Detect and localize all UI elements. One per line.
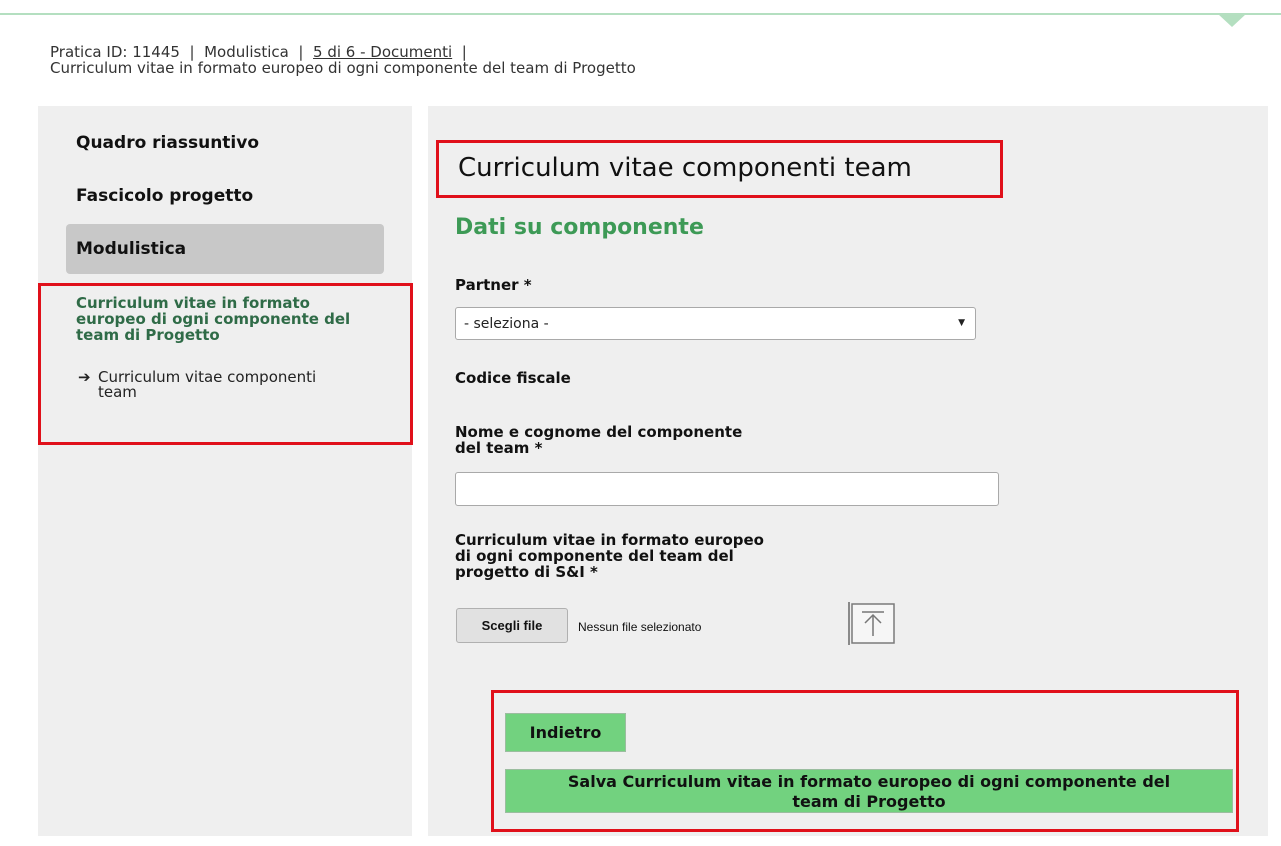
buttons-highlight-box [491, 690, 1239, 832]
breadcrumb: Pratica ID: 11445 | Modulistica | 5 di 6… [50, 44, 636, 76]
file-status: Nessun file selezionato [578, 620, 702, 634]
sidebar-item-quadro-riassuntivo[interactable]: Quadro riassuntivo [76, 133, 259, 153]
nome-label-line: Nome e cognome del componente [455, 423, 743, 441]
sidebar-item-fascicolo-progetto[interactable]: Fascicolo progetto [76, 186, 253, 206]
top-divider [0, 13, 1281, 15]
upload-icon[interactable] [848, 602, 895, 645]
partner-select-value: - seleziona - [464, 316, 549, 332]
nome-label: Nome e cognome del componente del team * [455, 424, 742, 456]
sidebar-item-modulistica[interactable]: Modulistica [66, 224, 384, 274]
partner-label: Partner * [455, 276, 532, 294]
cv-label: Curriculum vitae in formato europeo di o… [455, 532, 764, 580]
choose-file-button[interactable]: Scegli file [456, 608, 568, 643]
chevron-down-icon: ▼ [958, 318, 965, 328]
cv-label-line: Curriculum vitae in formato europeo [455, 531, 764, 549]
cv-label-line: di ogni componente del team del [455, 547, 734, 565]
codice-fiscale-label: Codice fiscale [455, 369, 571, 387]
sidebar: Quadro riassuntivo Fascicolo progetto Mo… [38, 106, 412, 836]
title-highlight-box [436, 140, 1003, 198]
partner-select[interactable]: - seleziona - ▼ [455, 307, 976, 340]
nome-cognome-input[interactable] [455, 472, 999, 506]
nome-label-line: del team * [455, 439, 543, 457]
breadcrumb-document: Curriculum vitae in formato europeo di o… [50, 59, 636, 77]
sidebar-item-label: Modulistica [76, 239, 187, 259]
cv-label-line: progetto di S&I * [455, 563, 598, 581]
section-title: Dati su componente [455, 215, 704, 240]
sidebar-highlight-box [38, 283, 413, 445]
top-notch [1218, 14, 1246, 27]
